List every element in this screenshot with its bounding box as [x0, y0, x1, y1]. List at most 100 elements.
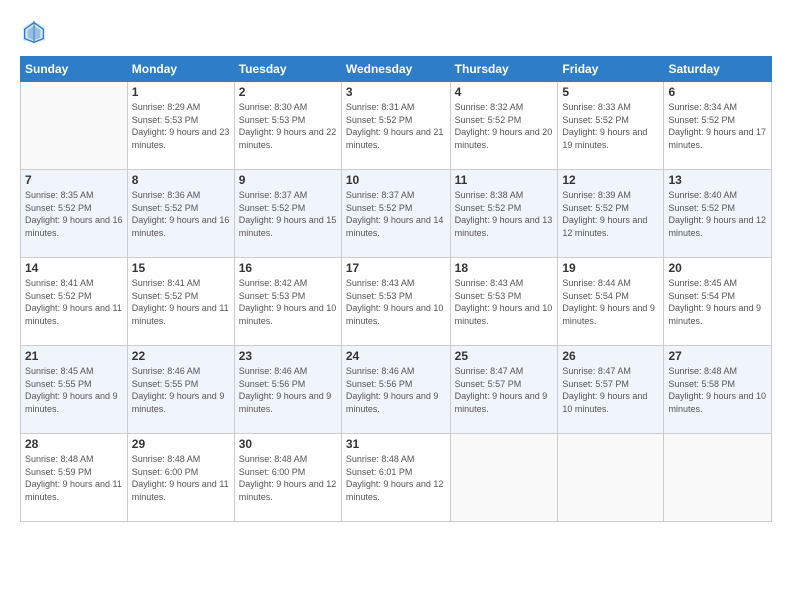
day-number: 24: [346, 349, 446, 363]
day-info: Sunrise: 8:39 AMSunset: 5:52 PMDaylight:…: [562, 189, 659, 239]
day-number: 11: [455, 173, 554, 187]
calendar-cell: 7Sunrise: 8:35 AMSunset: 5:52 PMDaylight…: [21, 170, 128, 258]
calendar-cell: 8 Sunrise: 8:36 AMSunset: 5:52 PMDaylight…: [127, 170, 234, 258]
day-info: Sunrise: 8:30 AMSunset: 5:53 PMDaylight:…: [239, 101, 337, 151]
day-info: Sunrise: 8:47 AMSunset: 5:57 PMDaylight:…: [455, 365, 554, 415]
calendar-cell: 17Sunrise: 8:43 AMSunset: 5:53 PMDayligh…: [341, 258, 450, 346]
logo: [20, 18, 52, 46]
day-number: 30: [239, 437, 337, 451]
calendar-cell: 1Sunrise: 8:29 AMSunset: 5:53 PMDaylight…: [127, 82, 234, 170]
calendar-cell: 2 Sunrise: 8:30 AMSunset: 5:53 PMDaylight…: [234, 82, 341, 170]
calendar-cell: 23Sunrise: 8:46 AMSunset: 5:56 PMDayligh…: [234, 346, 341, 434]
calendar-week-row: 21Sunrise: 8:45 AMSunset: 5:55 PMDayligh…: [21, 346, 772, 434]
day-info: Sunrise: 8:41 AMSunset: 5:52 PMDaylight:…: [25, 277, 123, 327]
day-number: 13: [668, 173, 767, 187]
day-number: 17: [346, 261, 446, 275]
day-number: 1: [132, 85, 230, 99]
calendar-cell: 29 Sunrise: 8:48 AMSunset: 6:00 PMDayligh…: [127, 434, 234, 522]
calendar-week-row: 28 Sunrise: 8:48 AMSunset: 5:59 PMDayligh…: [21, 434, 772, 522]
day-info: Sunrise: 8:44 AMSunset: 5:54 PMDaylight:…: [562, 277, 659, 327]
calendar-cell: 3 Sunrise: 8:31 AMSunset: 5:52 PMDaylight…: [341, 82, 450, 170]
day-info: Sunrise: 8:47 AMSunset: 5:57 PMDaylight:…: [562, 365, 659, 415]
day-info: Sunrise: 8:37 AMSunset: 5:52 PMDaylight:…: [239, 189, 337, 239]
day-number: 23: [239, 349, 337, 363]
day-number: 22: [132, 349, 230, 363]
calendar-cell: 13Sunrise: 8:40 AMSunset: 5:52 PMDayligh…: [664, 170, 772, 258]
day-number: 19: [562, 261, 659, 275]
day-info: Sunrise: 8:48 AMSunset: 5:58 PMDaylight:…: [668, 365, 767, 415]
calendar-cell: 9 Sunrise: 8:37 AMSunset: 5:52 PMDaylight…: [234, 170, 341, 258]
weekday-header-saturday: Saturday: [664, 57, 772, 82]
day-number: 8: [132, 173, 230, 187]
day-info: Sunrise: 8:31 AMSunset: 5:52 PMDaylight:…: [346, 101, 446, 151]
day-number: 6: [668, 85, 767, 99]
day-number: 20: [668, 261, 767, 275]
day-number: 28: [25, 437, 123, 451]
day-number: 3: [346, 85, 446, 99]
day-number: 4: [455, 85, 554, 99]
day-info: Sunrise: 8:46 AMSunset: 5:55 PMDaylight:…: [132, 365, 230, 415]
calendar-cell: 24 Sunrise: 8:46 AMSunset: 5:56 PMDayligh…: [341, 346, 450, 434]
header: [20, 18, 772, 46]
day-info: Sunrise: 8:46 AMSunset: 5:56 PMDaylight:…: [346, 365, 446, 415]
day-number: 18: [455, 261, 554, 275]
calendar-cell: 30 Sunrise: 8:48 AMSunset: 6:00 PMDayligh…: [234, 434, 341, 522]
day-info: Sunrise: 8:48 AMSunset: 6:01 PMDaylight:…: [346, 453, 446, 503]
calendar-cell: 12 Sunrise: 8:39 AMSunset: 5:52 PMDayligh…: [558, 170, 664, 258]
calendar-cell: 31 Sunrise: 8:48 AMSunset: 6:01 PMDayligh…: [341, 434, 450, 522]
day-number: 16: [239, 261, 337, 275]
weekday-header-thursday: Thursday: [450, 57, 558, 82]
day-info: Sunrise: 8:38 AMSunset: 5:52 PMDaylight:…: [455, 189, 554, 239]
calendar-cell: 15Sunrise: 8:41 AMSunset: 5:52 PMDayligh…: [127, 258, 234, 346]
day-number: 26: [562, 349, 659, 363]
day-info: Sunrise: 8:43 AMSunset: 5:53 PMDaylight:…: [455, 277, 554, 327]
weekday-header-wednesday: Wednesday: [341, 57, 450, 82]
day-number: 9: [239, 173, 337, 187]
calendar-week-row: 1Sunrise: 8:29 AMSunset: 5:53 PMDaylight…: [21, 82, 772, 170]
calendar-cell: 28 Sunrise: 8:48 AMSunset: 5:59 PMDayligh…: [21, 434, 128, 522]
day-number: 14: [25, 261, 123, 275]
calendar-cell: 4 Sunrise: 8:32 AMSunset: 5:52 PMDaylight…: [450, 82, 558, 170]
day-info: Sunrise: 8:33 AMSunset: 5:52 PMDaylight:…: [562, 101, 659, 151]
calendar-cell: 26 Sunrise: 8:47 AMSunset: 5:57 PMDayligh…: [558, 346, 664, 434]
day-number: 27: [668, 349, 767, 363]
day-number: 5: [562, 85, 659, 99]
day-number: 10: [346, 173, 446, 187]
day-number: 2: [239, 85, 337, 99]
calendar-cell: [664, 434, 772, 522]
calendar-week-row: 14 Sunrise: 8:41 AMSunset: 5:52 PMDayligh…: [21, 258, 772, 346]
day-info: Sunrise: 8:48 AMSunset: 5:59 PMDaylight:…: [25, 453, 123, 503]
day-number: 15: [132, 261, 230, 275]
day-info: Sunrise: 8:45 AMSunset: 5:55 PMDaylight:…: [25, 365, 123, 415]
day-info: Sunrise: 8:34 AMSunset: 5:52 PMDaylight:…: [668, 101, 767, 151]
calendar-cell: 5 Sunrise: 8:33 AMSunset: 5:52 PMDaylight…: [558, 82, 664, 170]
day-number: 31: [346, 437, 446, 451]
day-info: Sunrise: 8:32 AMSunset: 5:52 PMDaylight:…: [455, 101, 554, 151]
day-info: Sunrise: 8:36 AMSunset: 5:52 PMDaylight:…: [132, 189, 230, 239]
weekday-header-row: SundayMondayTuesdayWednesdayThursdayFrid…: [21, 57, 772, 82]
day-info: Sunrise: 8:48 AMSunset: 6:00 PMDaylight:…: [239, 453, 337, 503]
calendar-cell: 25 Sunrise: 8:47 AMSunset: 5:57 PMDayligh…: [450, 346, 558, 434]
day-number: 7: [25, 173, 123, 187]
calendar-cell: 22 Sunrise: 8:46 AMSunset: 5:55 PMDayligh…: [127, 346, 234, 434]
calendar-cell: 6 Sunrise: 8:34 AMSunset: 5:52 PMDaylight…: [664, 82, 772, 170]
calendar-cell: 10Sunrise: 8:37 AMSunset: 5:52 PMDayligh…: [341, 170, 450, 258]
weekday-header-sunday: Sunday: [21, 57, 128, 82]
weekday-header-tuesday: Tuesday: [234, 57, 341, 82]
calendar-cell: 21Sunrise: 8:45 AMSunset: 5:55 PMDayligh…: [21, 346, 128, 434]
calendar-cell: 14 Sunrise: 8:41 AMSunset: 5:52 PMDayligh…: [21, 258, 128, 346]
calendar-cell: 27 Sunrise: 8:48 AMSunset: 5:58 PMDayligh…: [664, 346, 772, 434]
weekday-header-monday: Monday: [127, 57, 234, 82]
logo-icon: [20, 18, 48, 46]
calendar-cell: 18 Sunrise: 8:43 AMSunset: 5:53 PMDayligh…: [450, 258, 558, 346]
calendar-cell: 11 Sunrise: 8:38 AMSunset: 5:52 PMDayligh…: [450, 170, 558, 258]
day-number: 25: [455, 349, 554, 363]
day-number: 29: [132, 437, 230, 451]
day-number: 12: [562, 173, 659, 187]
day-info: Sunrise: 8:48 AMSunset: 6:00 PMDaylight:…: [132, 453, 230, 503]
day-info: Sunrise: 8:45 AMSunset: 5:54 PMDaylight:…: [668, 277, 767, 327]
calendar-cell: 19 Sunrise: 8:44 AMSunset: 5:54 PMDayligh…: [558, 258, 664, 346]
calendar-cell: [450, 434, 558, 522]
weekday-header-friday: Friday: [558, 57, 664, 82]
calendar-cell: [558, 434, 664, 522]
